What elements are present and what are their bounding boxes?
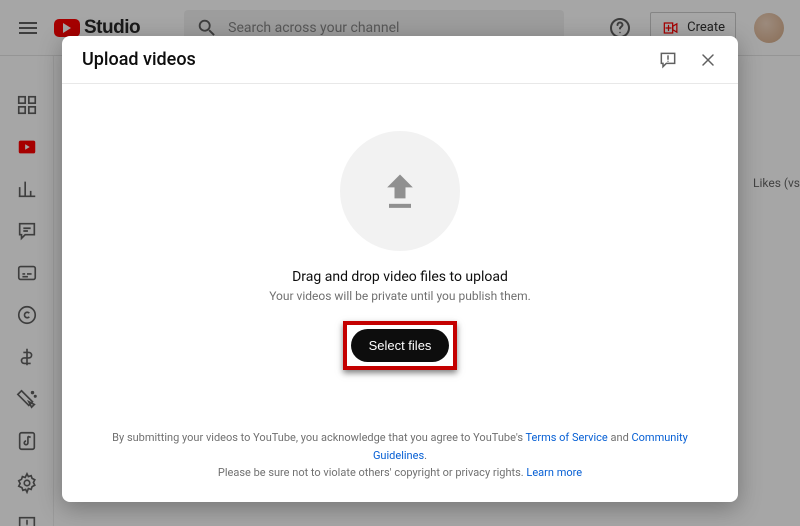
send-feedback-icon[interactable]: [658, 50, 678, 70]
close-icon[interactable]: [698, 50, 718, 70]
footer-line-1: By submitting your videos to YouTube, yo…: [86, 429, 714, 464]
studio-app: Studio Search across your channel Create: [0, 0, 800, 526]
drop-subtitle: Your videos will be private until you pu…: [269, 289, 531, 303]
upload-arrow-icon: [378, 169, 422, 213]
upload-modal: Upload videos Drag and drop video files …: [62, 36, 738, 502]
select-files-highlight: Select files: [343, 321, 458, 370]
modal-footer: By submitting your videos to YouTube, yo…: [62, 417, 738, 502]
modal-body: Drag and drop video files to upload Your…: [62, 84, 738, 417]
learn-more-link[interactable]: Learn more: [526, 466, 582, 479]
modal-header: Upload videos: [62, 36, 738, 84]
tos-link[interactable]: Terms of Service: [526, 431, 608, 444]
select-files-button[interactable]: Select files: [351, 329, 450, 362]
modal-title: Upload videos: [82, 49, 196, 70]
modal-header-actions: [658, 50, 718, 70]
upload-drop-target[interactable]: [340, 131, 460, 251]
drop-title: Drag and drop video files to upload: [292, 269, 508, 285]
footer-line-2: Please be sure not to violate others' co…: [86, 464, 714, 482]
